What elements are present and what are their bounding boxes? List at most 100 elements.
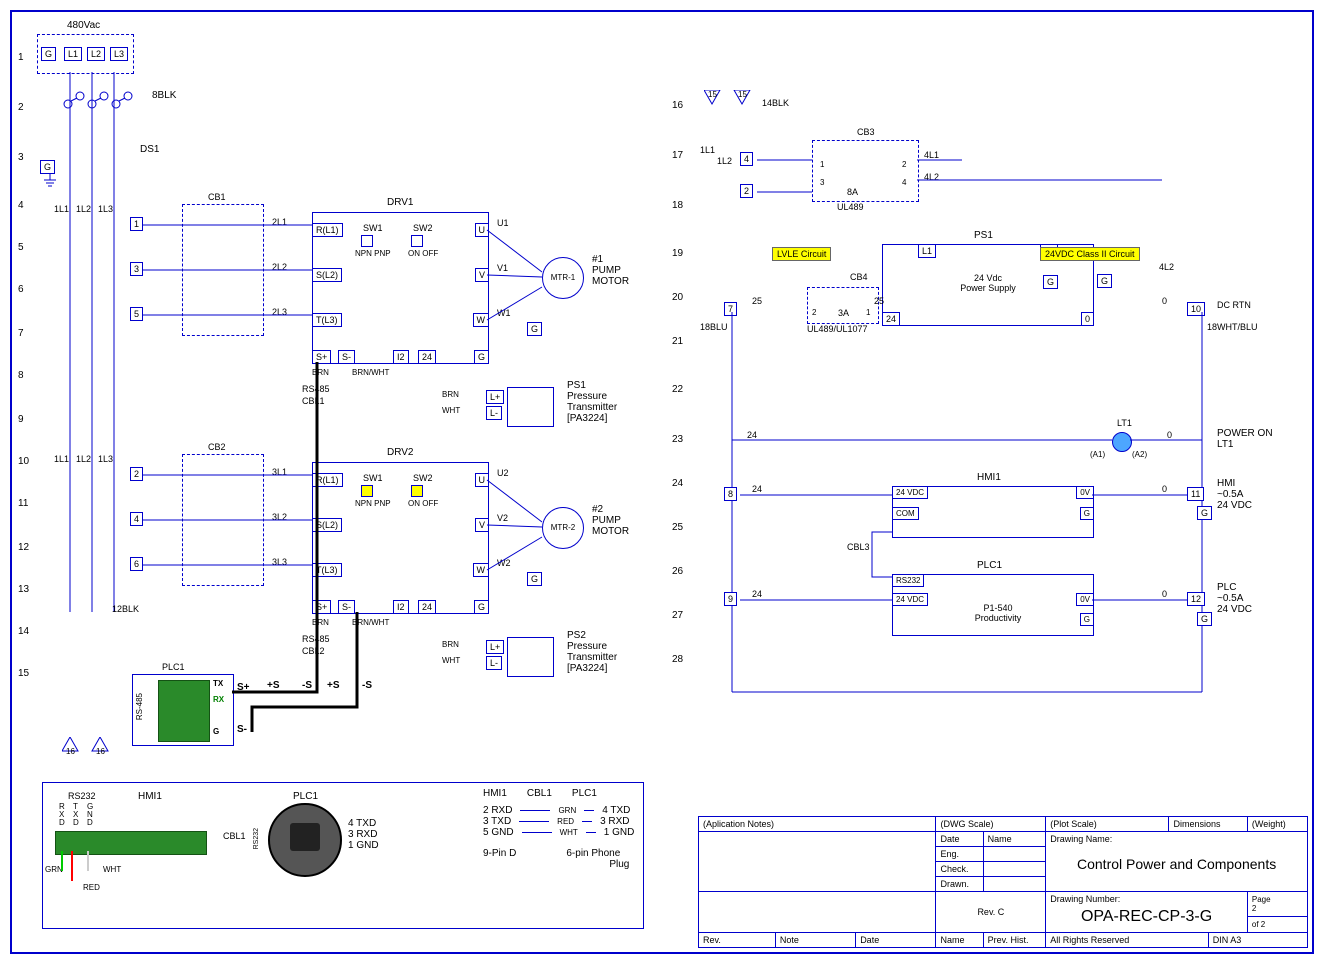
drv1-label: DRV1 bbox=[387, 197, 414, 208]
plc1-block-r: RS232 24 VDC 0V G P1-540 Productivity bbox=[892, 574, 1094, 636]
plc-desc: P1-540 Productivity bbox=[958, 603, 1038, 623]
brn-label: BRN bbox=[312, 368, 329, 377]
drv1-r: R(L1) bbox=[312, 223, 343, 237]
voltage-label: 480Vac bbox=[67, 20, 100, 31]
motor2-symbol: MTR-2 bbox=[542, 507, 584, 549]
ext-g3: G bbox=[1197, 612, 1212, 626]
wire-1l1: 1L1 bbox=[54, 204, 69, 214]
brn-label3: BRN bbox=[312, 618, 329, 627]
term-3: 3 bbox=[130, 262, 143, 276]
plc1-pcb bbox=[158, 680, 210, 742]
row-num: 23 bbox=[672, 434, 683, 478]
term-8: 8 bbox=[724, 487, 737, 501]
wire-24-hmi: 24 bbox=[752, 484, 762, 494]
red-wire: RED bbox=[557, 817, 574, 826]
plc1-label-r: PLC1 bbox=[977, 560, 1002, 571]
pump2-line3: MOTOR bbox=[592, 526, 629, 537]
wire-2l1: 2L1 bbox=[272, 217, 287, 227]
drv2-label: DRV2 bbox=[387, 447, 414, 458]
ground-box: G bbox=[40, 160, 55, 174]
wire-1l3: 1L3 bbox=[98, 204, 113, 214]
pin-3rxd: 3 RXD bbox=[348, 829, 379, 840]
ps1-name: PS1 bbox=[567, 380, 617, 391]
pin-1gnd: 1 GND bbox=[348, 840, 379, 851]
wire-24-lt1: 24 bbox=[747, 430, 757, 440]
amp8-label: 8A bbox=[847, 187, 858, 197]
l3-term: L3 bbox=[110, 47, 128, 61]
plc-24vdc: 24 VDC bbox=[892, 593, 928, 606]
row-num: 6 bbox=[18, 284, 29, 328]
hmi-g: G bbox=[1080, 507, 1094, 520]
term-11: 11 bbox=[1187, 487, 1204, 501]
sm-term2: S- bbox=[338, 600, 355, 614]
row-num: 12 bbox=[18, 542, 29, 584]
wire-u2: U2 bbox=[497, 468, 509, 478]
wire-0-hmi: 0 bbox=[1162, 484, 1167, 494]
term15a: 15 bbox=[708, 90, 717, 99]
nine-pin: 9-Pin D bbox=[483, 848, 516, 859]
lt1-label: LT1 bbox=[1117, 418, 1132, 428]
sp-term: S+ bbox=[312, 350, 331, 364]
drv1-w: W bbox=[473, 313, 490, 327]
tb-rev: Rev. bbox=[699, 933, 776, 948]
row-num: 18 bbox=[672, 200, 683, 248]
wht-label2: WHT bbox=[442, 656, 460, 665]
tb-name: Name bbox=[936, 933, 983, 948]
sw1-box bbox=[361, 235, 373, 247]
row-num: 28 bbox=[672, 654, 683, 698]
wire-3l2: 3L2 bbox=[272, 512, 287, 522]
ps2-block: L+ L- bbox=[507, 637, 554, 677]
tb-check: Check. bbox=[936, 862, 983, 877]
sw2-label: SW2 bbox=[413, 223, 433, 233]
brn-label2: BRN bbox=[442, 390, 459, 399]
cd-txd: T X D bbox=[73, 803, 79, 827]
wire-25b: 25 bbox=[874, 296, 884, 306]
g-label: G bbox=[213, 727, 219, 736]
row-num: 7 bbox=[18, 328, 29, 370]
tb-date: Date bbox=[856, 933, 936, 948]
row-num: 25 bbox=[672, 522, 683, 566]
row-num: 3 bbox=[18, 152, 29, 200]
rj-plug bbox=[290, 823, 320, 851]
tx-label: TX bbox=[213, 679, 223, 688]
ps2-name: PS2 bbox=[567, 630, 617, 641]
hmi1-label: HMI1 bbox=[977, 472, 1001, 483]
on-off2: ON OFF bbox=[408, 499, 438, 508]
pump1-line2: PUMP bbox=[592, 265, 629, 276]
term-1: 1 bbox=[130, 217, 143, 231]
rs485-label2: RS485 bbox=[302, 634, 330, 644]
wire-1l2: 1L2 bbox=[76, 204, 91, 214]
cb3-block bbox=[812, 140, 919, 202]
cb3-label: CB3 bbox=[857, 127, 875, 137]
wire-24-plc: 24 bbox=[752, 589, 762, 599]
power-input-block: G L1 L2 L3 bbox=[37, 34, 134, 74]
bus-wires bbox=[62, 72, 142, 632]
tb-note: Note bbox=[775, 933, 855, 948]
tb-date-h: Date bbox=[936, 832, 983, 847]
drv2-r: R(L1) bbox=[312, 473, 343, 487]
term-6: 6 bbox=[130, 557, 143, 571]
14blk-label: 14BLK bbox=[762, 98, 789, 108]
l2-term: L2 bbox=[87, 47, 105, 61]
c1gnd: 1 GND bbox=[604, 827, 635, 838]
ps1-desc1: Pressure bbox=[567, 391, 617, 402]
row-num: 5 bbox=[18, 242, 29, 284]
cd-gnd: G N D bbox=[87, 803, 93, 827]
i2-term: I2 bbox=[393, 350, 409, 364]
wire-4l2: 4L2 bbox=[924, 172, 939, 182]
row-num: 10 bbox=[18, 456, 29, 498]
sp-term2: S+ bbox=[312, 600, 331, 614]
cd-rxd: R X D bbox=[59, 803, 65, 827]
ground-term: G bbox=[41, 47, 56, 61]
drv2-block: R(L1) S(L2) T(L3) U V W SW1 SW2 NPN PNP … bbox=[312, 462, 489, 614]
tb-dwgscale: (DWG Scale) bbox=[936, 817, 1046, 832]
cd-hmi1: HMI1 bbox=[138, 791, 162, 802]
tb-dimensions: Dimensions bbox=[1169, 817, 1247, 832]
row-num: 16 bbox=[672, 100, 683, 150]
tb-drawn: Drawn. bbox=[936, 877, 983, 892]
row-num: 8 bbox=[18, 370, 29, 414]
lplus-term2: L+ bbox=[486, 640, 504, 654]
ms-out2: -S bbox=[362, 680, 372, 691]
rx-label: RX bbox=[213, 695, 224, 704]
cb4-label: CB4 bbox=[850, 272, 868, 282]
